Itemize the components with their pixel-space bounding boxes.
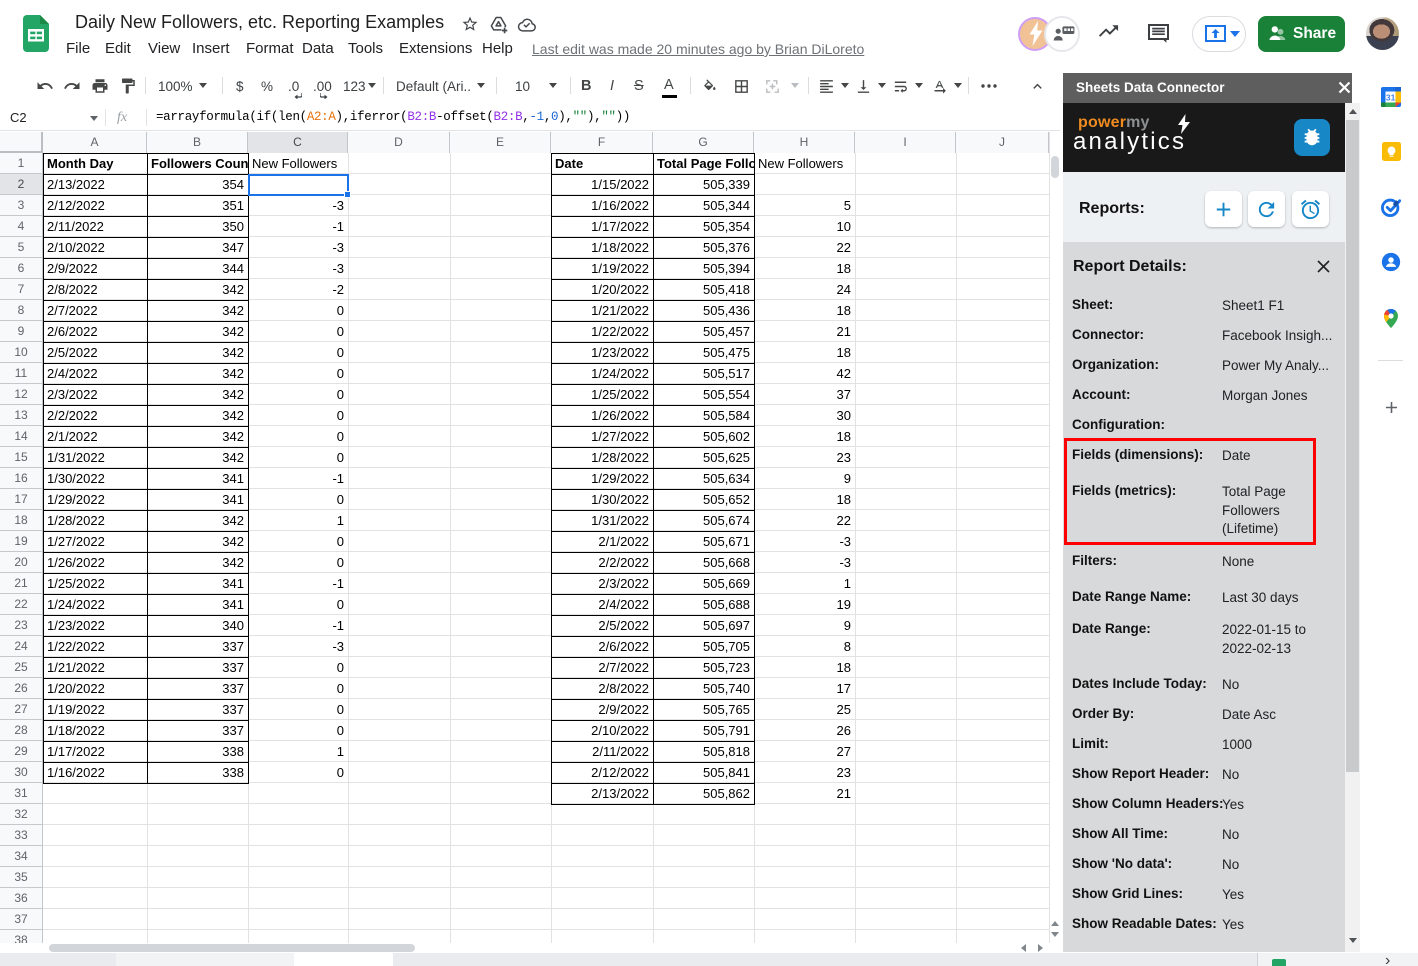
svg-text:31: 31 (1386, 92, 1396, 102)
